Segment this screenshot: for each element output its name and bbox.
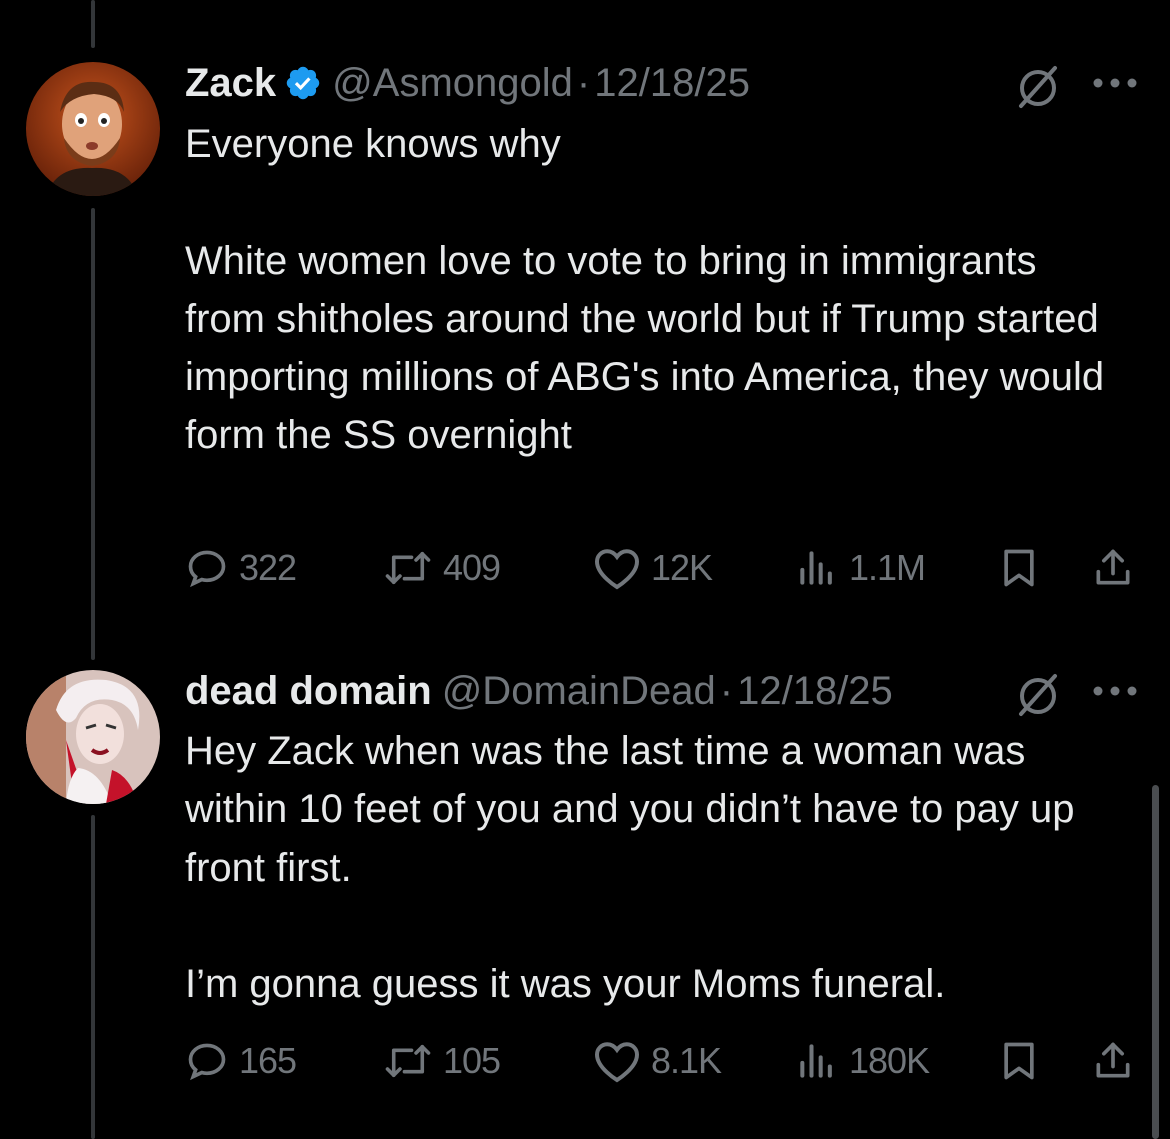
repost-button[interactable]: 409 xyxy=(383,541,501,595)
reply-icon xyxy=(188,550,226,588)
bookmark-icon xyxy=(1004,1042,1034,1080)
grok-icon[interactable] xyxy=(1013,670,1063,720)
views-icon xyxy=(800,551,832,585)
tweet-text: Everyone knows why White women love to v… xyxy=(185,122,1105,458)
share-button[interactable] xyxy=(1091,541,1135,595)
scrollbar[interactable] xyxy=(1152,785,1159,1139)
tweet[interactable]: dead domain @DomainDead · 12/18/25 Hey Z… xyxy=(0,640,1170,1139)
tweet[interactable]: Zack @Asmongold · 12/18/25 Everyone know… xyxy=(0,0,1170,640)
more-icon[interactable] xyxy=(1092,77,1138,89)
repost-count: 105 xyxy=(443,1040,501,1081)
avatar[interactable] xyxy=(26,62,160,196)
like-count: 12K xyxy=(651,547,713,588)
verified-badge-icon xyxy=(284,64,322,102)
bookmark-icon xyxy=(1004,549,1034,587)
share-icon xyxy=(1096,549,1130,585)
tweet-date[interactable]: 12/18/25 xyxy=(594,61,750,106)
user-handle[interactable]: @Asmongold xyxy=(332,61,573,106)
display-name[interactable]: dead domain xyxy=(185,669,432,714)
tweet-actions: 322 409 12K 1.1M xyxy=(185,541,1145,595)
views-button[interactable]: 180K xyxy=(795,1034,930,1088)
separator-dot: · xyxy=(576,60,591,105)
tweet-header: Zack @Asmongold · 12/18/25 xyxy=(185,56,750,110)
views-button[interactable]: 1.1M xyxy=(795,541,926,595)
separator-dot: · xyxy=(719,668,734,713)
tweet-actions: 165 105 8.1K 180K xyxy=(185,1034,1145,1088)
grok-icon[interactable] xyxy=(1013,62,1063,112)
display-name[interactable]: Zack xyxy=(185,61,276,106)
avatar[interactable] xyxy=(26,670,160,804)
share-button[interactable] xyxy=(1091,1034,1135,1088)
repost-count: 409 xyxy=(443,547,501,588)
views-count: 180K xyxy=(849,1040,930,1081)
reply-button[interactable]: 322 xyxy=(185,541,297,595)
reply-count: 165 xyxy=(239,1040,297,1081)
like-count: 8.1K xyxy=(651,1040,722,1081)
share-icon xyxy=(1096,1042,1130,1078)
views-count: 1.1M xyxy=(849,547,926,588)
like-icon xyxy=(594,1042,640,1083)
repost-button[interactable]: 105 xyxy=(383,1034,501,1088)
bookmark-button[interactable] xyxy=(997,541,1041,595)
reply-icon xyxy=(188,1043,226,1081)
like-button[interactable]: 12K xyxy=(593,541,713,595)
more-icon[interactable] xyxy=(1092,685,1138,697)
like-button[interactable]: 8.1K xyxy=(593,1034,722,1088)
reply-button[interactable]: 165 xyxy=(185,1034,297,1088)
tweet-text: Hey Zack when was the last time a woman … xyxy=(185,729,1075,1007)
user-handle[interactable]: @DomainDead xyxy=(442,669,716,714)
like-icon xyxy=(594,549,640,590)
bookmark-button[interactable] xyxy=(997,1034,1041,1088)
repost-icon xyxy=(385,551,431,585)
views-icon xyxy=(800,1044,832,1078)
tweet-header: dead domain @DomainDead · 12/18/25 xyxy=(185,664,893,718)
reply-count: 322 xyxy=(239,547,297,588)
repost-icon xyxy=(385,1044,431,1078)
tweet-date[interactable]: 12/18/25 xyxy=(737,669,893,714)
